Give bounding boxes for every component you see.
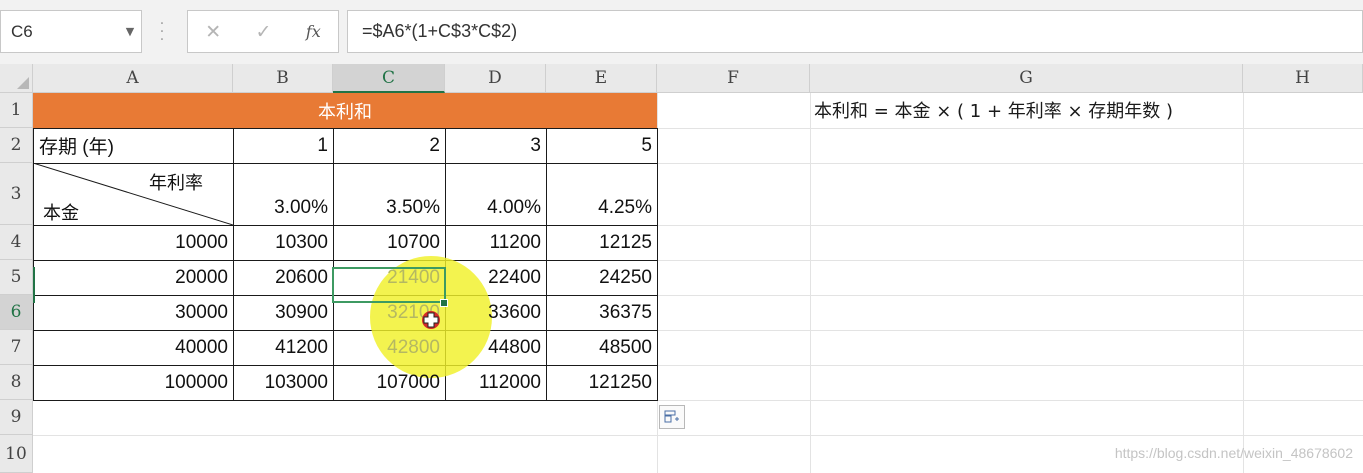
diag-principal-label: 本金 [43, 203, 79, 223]
watermark-text: https://blog.csdn.net/weixin_48678602 [1114, 445, 1353, 461]
principal-cell[interactable]: 40000 [33, 330, 233, 365]
column-header-a[interactable]: A [33, 64, 233, 93]
period-cell[interactable]: 3 [445, 128, 546, 163]
rate-cell[interactable]: 4.00% [445, 163, 546, 225]
formula-input[interactable]: =$A6*(1+C$3*C$2) [347, 10, 1363, 53]
value-cell[interactable]: 42800 [333, 330, 445, 365]
fill-selection-outline [332, 267, 446, 303]
value-cell[interactable]: 24250 [546, 260, 657, 295]
value-cell[interactable]: 48500 [546, 330, 657, 365]
row-selection-marker [33, 267, 36, 303]
paste-options-icon [664, 410, 679, 423]
insert-function-icon[interactable]: fx [306, 22, 321, 41]
value-cell[interactable]: 103000 [233, 365, 333, 400]
cancel-icon[interactable]: ✕ [205, 21, 221, 43]
chevron-down-icon[interactable]: ▼ [119, 25, 141, 38]
principal-cell[interactable]: 30000 [33, 295, 233, 330]
row-header-9[interactable]: 9 [0, 400, 33, 435]
value-cell[interactable]: 22400 [445, 260, 546, 295]
rate-cell[interactable]: 3.50% [333, 163, 445, 225]
row-header-2[interactable]: 2 [0, 128, 33, 163]
column-header-c[interactable]: C [333, 64, 445, 93]
column-header-g[interactable]: G [810, 64, 1243, 93]
row-header-10[interactable]: 10 [0, 435, 33, 473]
value-cell[interactable]: 112000 [445, 365, 546, 400]
sheet-title: 本利和 [318, 101, 372, 123]
gridline [1243, 93, 1244, 473]
gridline [810, 93, 811, 473]
row-header-8[interactable]: 8 [0, 365, 33, 400]
row-header-5[interactable]: 5 [0, 260, 33, 295]
value-cell[interactable]: 44800 [445, 330, 546, 365]
column-header-d[interactable]: D [445, 64, 546, 93]
paste-options-button[interactable] [659, 405, 685, 429]
name-box[interactable]: C6 ▼ [0, 10, 142, 53]
fill-handle[interactable] [440, 299, 448, 307]
name-box-value[interactable]: C6 [1, 22, 119, 42]
formula-bar-area: C6 ▼ · · · ✕ ✓ fx =$A6*(1+C$3*C$2) [0, 0, 1363, 65]
gridline [33, 435, 1363, 436]
diag-rate-label: 年利率 [149, 173, 203, 193]
rate-cell[interactable]: 4.25% [546, 163, 657, 225]
period-cell[interactable]: 1 [233, 128, 333, 163]
diagonal-header-cell[interactable]: 年利率 本金 [33, 163, 233, 225]
principal-cell[interactable]: 20000 [33, 260, 233, 295]
drag-handle-icon[interactable]: · · · [157, 17, 167, 47]
row-header-1[interactable]: 1 [0, 93, 33, 128]
value-cell[interactable]: 107000 [333, 365, 445, 400]
value-cell[interactable]: 33600 [445, 295, 546, 330]
row-header-3[interactable]: 3 [0, 163, 33, 225]
column-header-b[interactable]: B [233, 64, 333, 93]
enter-icon[interactable]: ✓ [256, 21, 272, 43]
row-header-4[interactable]: 4 [0, 225, 33, 260]
period-header-cell[interactable]: 存期 (年) [33, 128, 233, 163]
value-cell[interactable]: 10700 [333, 225, 445, 260]
value-cell[interactable]: 121250 [546, 365, 657, 400]
period-cell[interactable]: 5 [546, 128, 657, 163]
row-header-6[interactable]: 6 [0, 295, 33, 330]
value-cell[interactable]: 11200 [445, 225, 546, 260]
select-all-button[interactable] [0, 64, 33, 93]
principal-cell[interactable]: 100000 [33, 365, 233, 400]
value-cell[interactable]: 10300 [233, 225, 333, 260]
period-cell[interactable]: 2 [333, 128, 445, 163]
value-cell[interactable]: 30900 [233, 295, 333, 330]
value-cell[interactable]: 41200 [233, 330, 333, 365]
table-border [657, 128, 658, 400]
formula-buttons: ✕ ✓ fx [187, 10, 339, 53]
value-cell[interactable]: 12125 [546, 225, 657, 260]
table-border [33, 400, 658, 401]
value-cell[interactable]: 20600 [233, 260, 333, 295]
value-cell[interactable]: 36375 [546, 295, 657, 330]
column-header-f[interactable]: F [657, 64, 810, 93]
sheet-title-cell[interactable]: 本利和 [33, 93, 657, 128]
formula-note[interactable]: 本利和 = 本金 × ( 1 + 年利率 × 存期年数 ) [814, 94, 1254, 126]
move-cursor-icon [422, 311, 440, 329]
rate-cell[interactable]: 3.00% [233, 163, 333, 225]
column-header-h[interactable]: H [1243, 64, 1363, 93]
column-header-e[interactable]: E [546, 64, 657, 93]
row-header-7[interactable]: 7 [0, 330, 33, 365]
principal-cell[interactable]: 10000 [33, 225, 233, 260]
worksheet-grid[interactable]: A B C D E F G H 1 2 3 4 5 6 7 8 9 10 本利和… [0, 64, 1363, 473]
